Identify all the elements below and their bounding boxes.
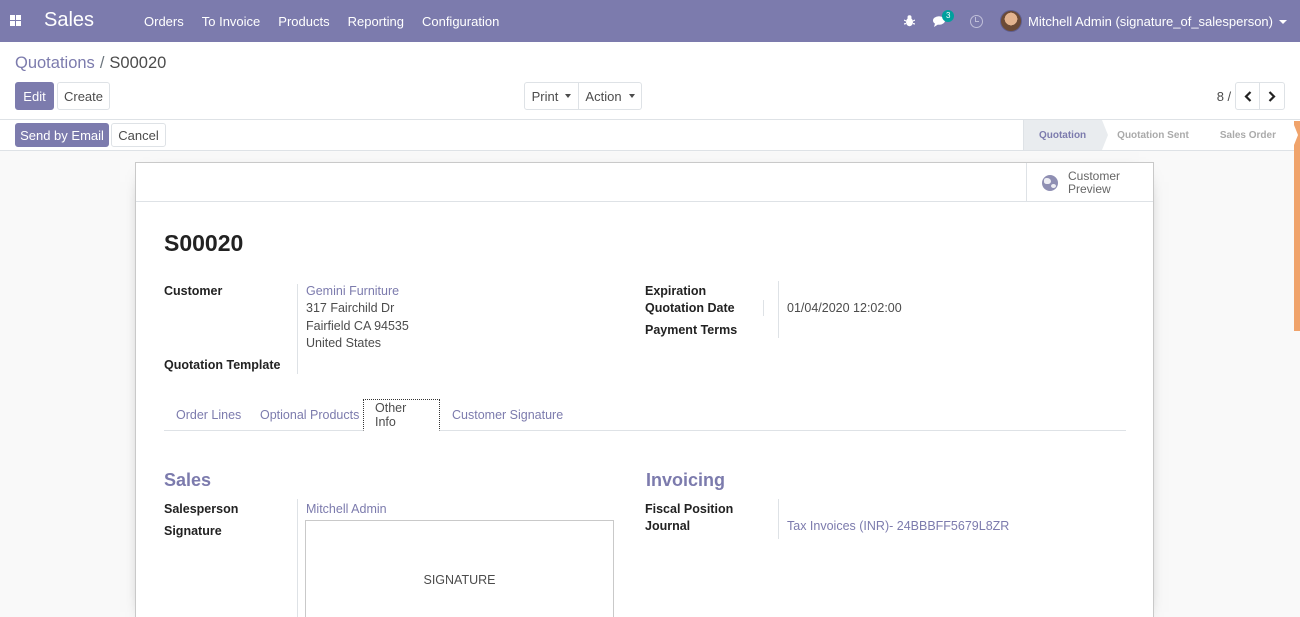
menu-orders[interactable]: Orders [144,14,184,29]
chat-icon[interactable]: 3 [933,9,955,27]
customer-address-city: Fairfield CA 94535 [306,319,409,333]
signature-field[interactable]: SIGNATURE [305,520,614,617]
customer-address-street: 317 Fairchild Dr [306,301,395,315]
edit-button[interactable]: Edit [15,82,54,110]
field-divider [778,281,779,338]
field-divider [297,284,298,374]
globe-icon [1042,174,1058,191]
field-divider [297,499,298,617]
journal-label: Journal [645,519,691,533]
signature-placeholder: SIGNATURE [423,573,496,587]
expiration-label: Expiration [645,284,707,298]
journal-link[interactable]: Tax Invoices (INR)- 24BBBFF5679L8ZR [787,519,1009,533]
scroll-indicator [1294,121,1300,331]
pager-previous-button[interactable] [1235,82,1260,110]
payment-terms-label: Payment Terms [645,323,738,337]
avatar[interactable] [1000,10,1023,32]
salesperson-label: Salesperson [164,502,239,516]
customer-preview-label: Customer Preview [1068,168,1121,196]
tab-customer-signature[interactable]: Customer Signature [452,399,563,431]
fiscal-position-label: Fiscal Position [645,502,734,516]
clock-icon[interactable] [970,14,984,28]
user-menu[interactable]: Mitchell Admin (signature_of_salesperson… [1028,14,1287,29]
customer-address-country: United States [306,336,382,350]
notebook-tabs: Order Lines Optional Products Other Info… [164,399,1126,431]
stage-quotation[interactable]: Quotation [1022,120,1109,150]
cancel-button[interactable]: Cancel [111,123,166,147]
breadcrumb-current: S00020 [109,54,167,72]
customer-link[interactable]: Gemini Furniture [306,284,399,298]
customer-preview-button[interactable]: Customer Preview [1026,163,1153,202]
chevron-right-icon [1268,90,1276,102]
caret-down-icon [628,94,635,98]
top-navbar: Sales Orders To Invoice Products Reporti… [0,0,1300,42]
bug-icon[interactable] [904,15,916,27]
quotation-template-label: Quotation Template [164,358,281,372]
breadcrumb: Quotations / S00020 [15,54,166,73]
print-label: Print [531,88,559,104]
menu-to-invoice[interactable]: To Invoice [202,14,261,29]
field-divider [763,300,764,316]
user-name: Mitchell Admin (signature_of_salesperson… [1028,13,1273,29]
customer-label: Customer [164,284,223,298]
quotation-date-label: Quotation Date [645,301,735,315]
menu-reporting[interactable]: Reporting [348,14,404,29]
pager-next-button[interactable] [1259,82,1285,110]
button-box: Customer Preview [136,163,1153,202]
form-sheet: Customer Preview S00020 Customer Gemini F… [135,162,1154,617]
signature-label: Signature [164,524,222,538]
stage-quotation-sent[interactable]: Quotation Sent [1102,120,1211,150]
print-dropdown[interactable]: Print [524,82,579,110]
breadcrumb-separator: / [99,54,105,72]
navbar-systray: 3 Mitchell Admin (signature_of_salespers… [904,9,1287,32]
salesperson-link[interactable]: Mitchell Admin [306,502,387,516]
form-statusbar: Send by Email Cancel Quotation Quotation… [0,120,1300,151]
breadcrumb-quotations[interactable]: Quotations [15,54,95,72]
quotation-date-value[interactable]: 01/04/2020 12:02:00 [787,301,902,315]
action-label: Action [585,88,622,104]
tab-order-lines[interactable]: Order Lines [176,399,241,431]
tab-optional-products[interactable]: Optional Products [260,399,359,431]
caret-down-icon [565,94,572,98]
stage-pipeline: Quotation Quotation Sent Sales Order [1022,120,1299,150]
stage-sales-order[interactable]: Sales Order [1205,120,1299,150]
record-title: S00020 [164,230,244,256]
chevron-left-icon [1243,90,1251,102]
field-divider [778,499,779,539]
main-menu: Orders To Invoice Products Reporting Con… [135,14,508,29]
chat-count-badge: 3 [942,9,955,22]
send-by-email-button[interactable]: Send by Email [15,123,109,147]
control-panel: Quotations / S00020 Edit Create Print Acti… [0,42,1300,120]
customer-preview-line1: Customer [1068,168,1121,183]
customer-preview-line2: Preview [1068,181,1111,196]
app-name[interactable]: Sales [44,9,94,32]
apps-icon[interactable] [10,15,21,26]
sales-group-title: Sales [164,470,212,490]
caret-down-icon [1279,20,1287,25]
tab-other-info[interactable]: Other Info [363,399,440,431]
menu-configuration[interactable]: Configuration [422,14,499,29]
create-button[interactable]: Create [57,82,110,110]
invoicing-group-title: Invoicing [646,470,726,490]
action-dropdown[interactable]: Action [578,82,642,110]
menu-products[interactable]: Products [278,14,329,29]
